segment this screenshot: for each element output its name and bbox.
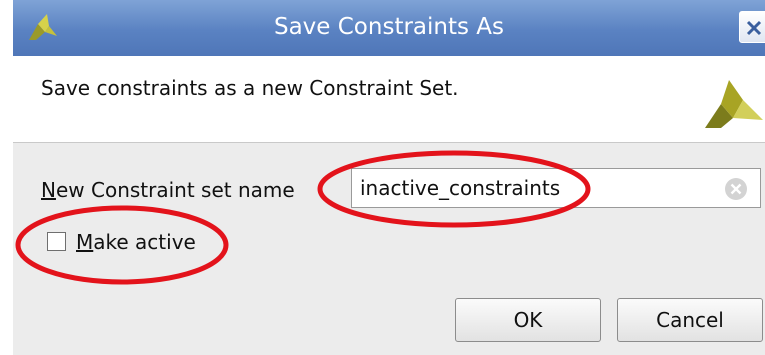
make-active-label-text: ake active: [93, 230, 196, 254]
clear-icon[interactable]: [723, 176, 749, 202]
make-active-label[interactable]: Make active: [76, 230, 196, 254]
xilinx-logo-icon: [705, 80, 763, 128]
dialog-header: Save constraints as a new Constraint Set…: [13, 56, 765, 143]
constraint-set-name-input[interactable]: [351, 168, 761, 208]
title-bar: Save Constraints As: [13, 0, 765, 57]
cancel-button[interactable]: Cancel: [617, 298, 763, 342]
constraint-set-name-label: New Constraint set name: [41, 178, 295, 202]
window-title: Save Constraints As: [273, 14, 505, 40]
make-active-checkbox[interactable]: [47, 232, 66, 251]
close-icon: [746, 20, 762, 36]
constraint-set-name-label-text: ew Constraint set name: [55, 178, 295, 202]
save-constraints-dialog: Save Constraints As Save constraints as …: [13, 0, 765, 355]
close-button[interactable]: [739, 11, 765, 43]
mnemonic-n: N: [41, 178, 56, 202]
dialog-description: Save constraints as a new Constraint Set…: [41, 76, 459, 100]
ok-button[interactable]: OK: [455, 298, 601, 342]
mnemonic-m: M: [76, 230, 94, 254]
